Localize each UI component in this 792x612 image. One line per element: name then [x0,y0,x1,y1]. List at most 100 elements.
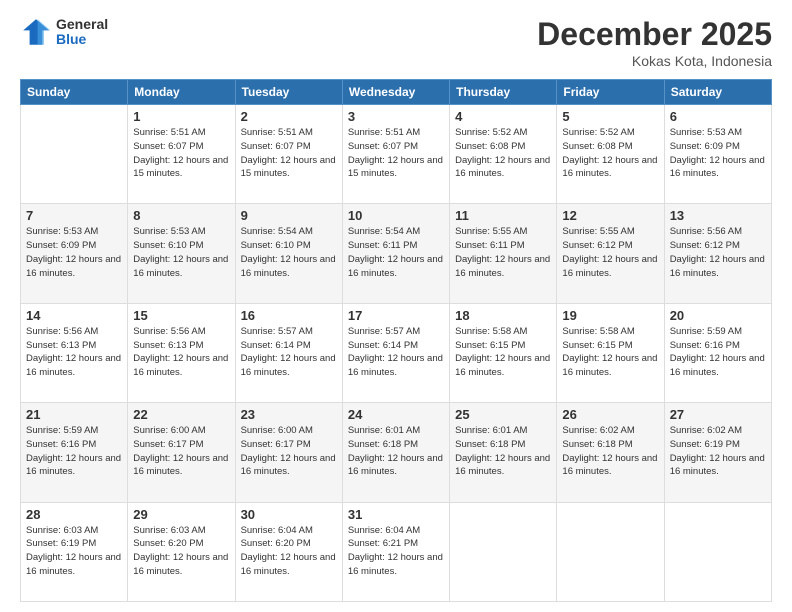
cell-info: Sunrise: 5:56 AMSunset: 6:13 PMDaylight:… [133,325,229,380]
col-saturday: Saturday [664,80,771,105]
cell-info: Sunrise: 5:59 AMSunset: 6:16 PMDaylight:… [670,325,766,380]
cell-day-number: 5 [562,109,658,124]
cell-day-number: 30 [241,507,337,522]
cell-day-number: 31 [348,507,444,522]
cell-info: Sunrise: 6:02 AMSunset: 6:19 PMDaylight:… [670,424,766,479]
cell-day-number: 3 [348,109,444,124]
table-row: 3 Sunrise: 5:51 AMSunset: 6:07 PMDayligh… [342,105,449,204]
table-row: 7 Sunrise: 5:53 AMSunset: 6:09 PMDayligh… [21,204,128,303]
cell-day-number: 11 [455,208,551,223]
cell-info: Sunrise: 5:54 AMSunset: 6:11 PMDaylight:… [348,225,444,280]
table-row: 31 Sunrise: 6:04 AMSunset: 6:21 PMDaylig… [342,502,449,601]
cell-day-number: 22 [133,407,229,422]
cell-info: Sunrise: 5:53 AMSunset: 6:09 PMDaylight:… [26,225,122,280]
col-friday: Friday [557,80,664,105]
table-row: 1 Sunrise: 5:51 AMSunset: 6:07 PMDayligh… [128,105,235,204]
cell-day-number: 9 [241,208,337,223]
table-row: 28 Sunrise: 6:03 AMSunset: 6:19 PMDaylig… [21,502,128,601]
cell-day-number: 13 [670,208,766,223]
cell-info: Sunrise: 5:52 AMSunset: 6:08 PMDaylight:… [562,126,658,181]
col-sunday: Sunday [21,80,128,105]
cell-day-number: 1 [133,109,229,124]
cell-day-number: 14 [26,308,122,323]
table-row [557,502,664,601]
cell-day-number: 2 [241,109,337,124]
cell-info: Sunrise: 5:54 AMSunset: 6:10 PMDaylight:… [241,225,337,280]
logo-general: General [56,17,108,32]
col-thursday: Thursday [450,80,557,105]
cell-info: Sunrise: 6:04 AMSunset: 6:20 PMDaylight:… [241,524,337,579]
cell-info: Sunrise: 5:57 AMSunset: 6:14 PMDaylight:… [241,325,337,380]
cell-info: Sunrise: 5:53 AMSunset: 6:09 PMDaylight:… [670,126,766,181]
cell-info: Sunrise: 5:51 AMSunset: 6:07 PMDaylight:… [241,126,337,181]
cell-info: Sunrise: 6:00 AMSunset: 6:17 PMDaylight:… [133,424,229,479]
cell-info: Sunrise: 6:02 AMSunset: 6:18 PMDaylight:… [562,424,658,479]
cell-day-number: 19 [562,308,658,323]
table-row: 16 Sunrise: 5:57 AMSunset: 6:14 PMDaylig… [235,303,342,402]
cell-day-number: 15 [133,308,229,323]
logo-blue: Blue [56,32,108,47]
cell-info: Sunrise: 6:03 AMSunset: 6:19 PMDaylight:… [26,524,122,579]
cell-day-number: 18 [455,308,551,323]
table-row: 29 Sunrise: 6:03 AMSunset: 6:20 PMDaylig… [128,502,235,601]
header: General Blue December 2025 Kokas Kota, I… [20,16,772,69]
table-row: 21 Sunrise: 5:59 AMSunset: 6:16 PMDaylig… [21,403,128,502]
table-row: 24 Sunrise: 6:01 AMSunset: 6:18 PMDaylig… [342,403,449,502]
cell-day-number: 7 [26,208,122,223]
cell-info: Sunrise: 5:56 AMSunset: 6:13 PMDaylight:… [26,325,122,380]
table-row: 4 Sunrise: 5:52 AMSunset: 6:08 PMDayligh… [450,105,557,204]
cell-info: Sunrise: 6:04 AMSunset: 6:21 PMDaylight:… [348,524,444,579]
logo-icon [20,16,52,48]
cell-info: Sunrise: 5:56 AMSunset: 6:12 PMDaylight:… [670,225,766,280]
table-row [450,502,557,601]
table-row: 20 Sunrise: 5:59 AMSunset: 6:16 PMDaylig… [664,303,771,402]
calendar-week-row: 7 Sunrise: 5:53 AMSunset: 6:09 PMDayligh… [21,204,772,303]
cell-day-number: 24 [348,407,444,422]
col-monday: Monday [128,80,235,105]
page: General Blue December 2025 Kokas Kota, I… [0,0,792,612]
cell-day-number: 12 [562,208,658,223]
cell-day-number: 16 [241,308,337,323]
cell-day-number: 6 [670,109,766,124]
cell-info: Sunrise: 5:51 AMSunset: 6:07 PMDaylight:… [348,126,444,181]
cell-info: Sunrise: 5:59 AMSunset: 6:16 PMDaylight:… [26,424,122,479]
calendar-week-row: 1 Sunrise: 5:51 AMSunset: 6:07 PMDayligh… [21,105,772,204]
col-wednesday: Wednesday [342,80,449,105]
cell-info: Sunrise: 5:55 AMSunset: 6:11 PMDaylight:… [455,225,551,280]
header-row: Sunday Monday Tuesday Wednesday Thursday… [21,80,772,105]
table-row: 10 Sunrise: 5:54 AMSunset: 6:11 PMDaylig… [342,204,449,303]
title-location: Kokas Kota, Indonesia [537,53,772,69]
table-row: 18 Sunrise: 5:58 AMSunset: 6:15 PMDaylig… [450,303,557,402]
table-row: 23 Sunrise: 6:00 AMSunset: 6:17 PMDaylig… [235,403,342,502]
table-row: 27 Sunrise: 6:02 AMSunset: 6:19 PMDaylig… [664,403,771,502]
cell-day-number: 26 [562,407,658,422]
table-row: 5 Sunrise: 5:52 AMSunset: 6:08 PMDayligh… [557,105,664,204]
cell-info: Sunrise: 5:57 AMSunset: 6:14 PMDaylight:… [348,325,444,380]
cell-info: Sunrise: 5:55 AMSunset: 6:12 PMDaylight:… [562,225,658,280]
cell-day-number: 20 [670,308,766,323]
table-row: 11 Sunrise: 5:55 AMSunset: 6:11 PMDaylig… [450,204,557,303]
cell-day-number: 10 [348,208,444,223]
cell-day-number: 17 [348,308,444,323]
cell-day-number: 8 [133,208,229,223]
cell-info: Sunrise: 5:58 AMSunset: 6:15 PMDaylight:… [562,325,658,380]
cell-day-number: 21 [26,407,122,422]
title-month: December 2025 [537,16,772,53]
cell-info: Sunrise: 6:03 AMSunset: 6:20 PMDaylight:… [133,524,229,579]
table-row: 2 Sunrise: 5:51 AMSunset: 6:07 PMDayligh… [235,105,342,204]
table-row: 19 Sunrise: 5:58 AMSunset: 6:15 PMDaylig… [557,303,664,402]
table-row: 12 Sunrise: 5:55 AMSunset: 6:12 PMDaylig… [557,204,664,303]
calendar-week-row: 14 Sunrise: 5:56 AMSunset: 6:13 PMDaylig… [21,303,772,402]
table-row: 22 Sunrise: 6:00 AMSunset: 6:17 PMDaylig… [128,403,235,502]
table-row: 26 Sunrise: 6:02 AMSunset: 6:18 PMDaylig… [557,403,664,502]
cell-day-number: 27 [670,407,766,422]
cell-info: Sunrise: 5:52 AMSunset: 6:08 PMDaylight:… [455,126,551,181]
table-row: 15 Sunrise: 5:56 AMSunset: 6:13 PMDaylig… [128,303,235,402]
table-row: 9 Sunrise: 5:54 AMSunset: 6:10 PMDayligh… [235,204,342,303]
table-row: 25 Sunrise: 6:01 AMSunset: 6:18 PMDaylig… [450,403,557,502]
table-row: 6 Sunrise: 5:53 AMSunset: 6:09 PMDayligh… [664,105,771,204]
cell-info: Sunrise: 6:01 AMSunset: 6:18 PMDaylight:… [348,424,444,479]
logo-text: General Blue [56,17,108,48]
cell-info: Sunrise: 5:51 AMSunset: 6:07 PMDaylight:… [133,126,229,181]
calendar-week-row: 21 Sunrise: 5:59 AMSunset: 6:16 PMDaylig… [21,403,772,502]
